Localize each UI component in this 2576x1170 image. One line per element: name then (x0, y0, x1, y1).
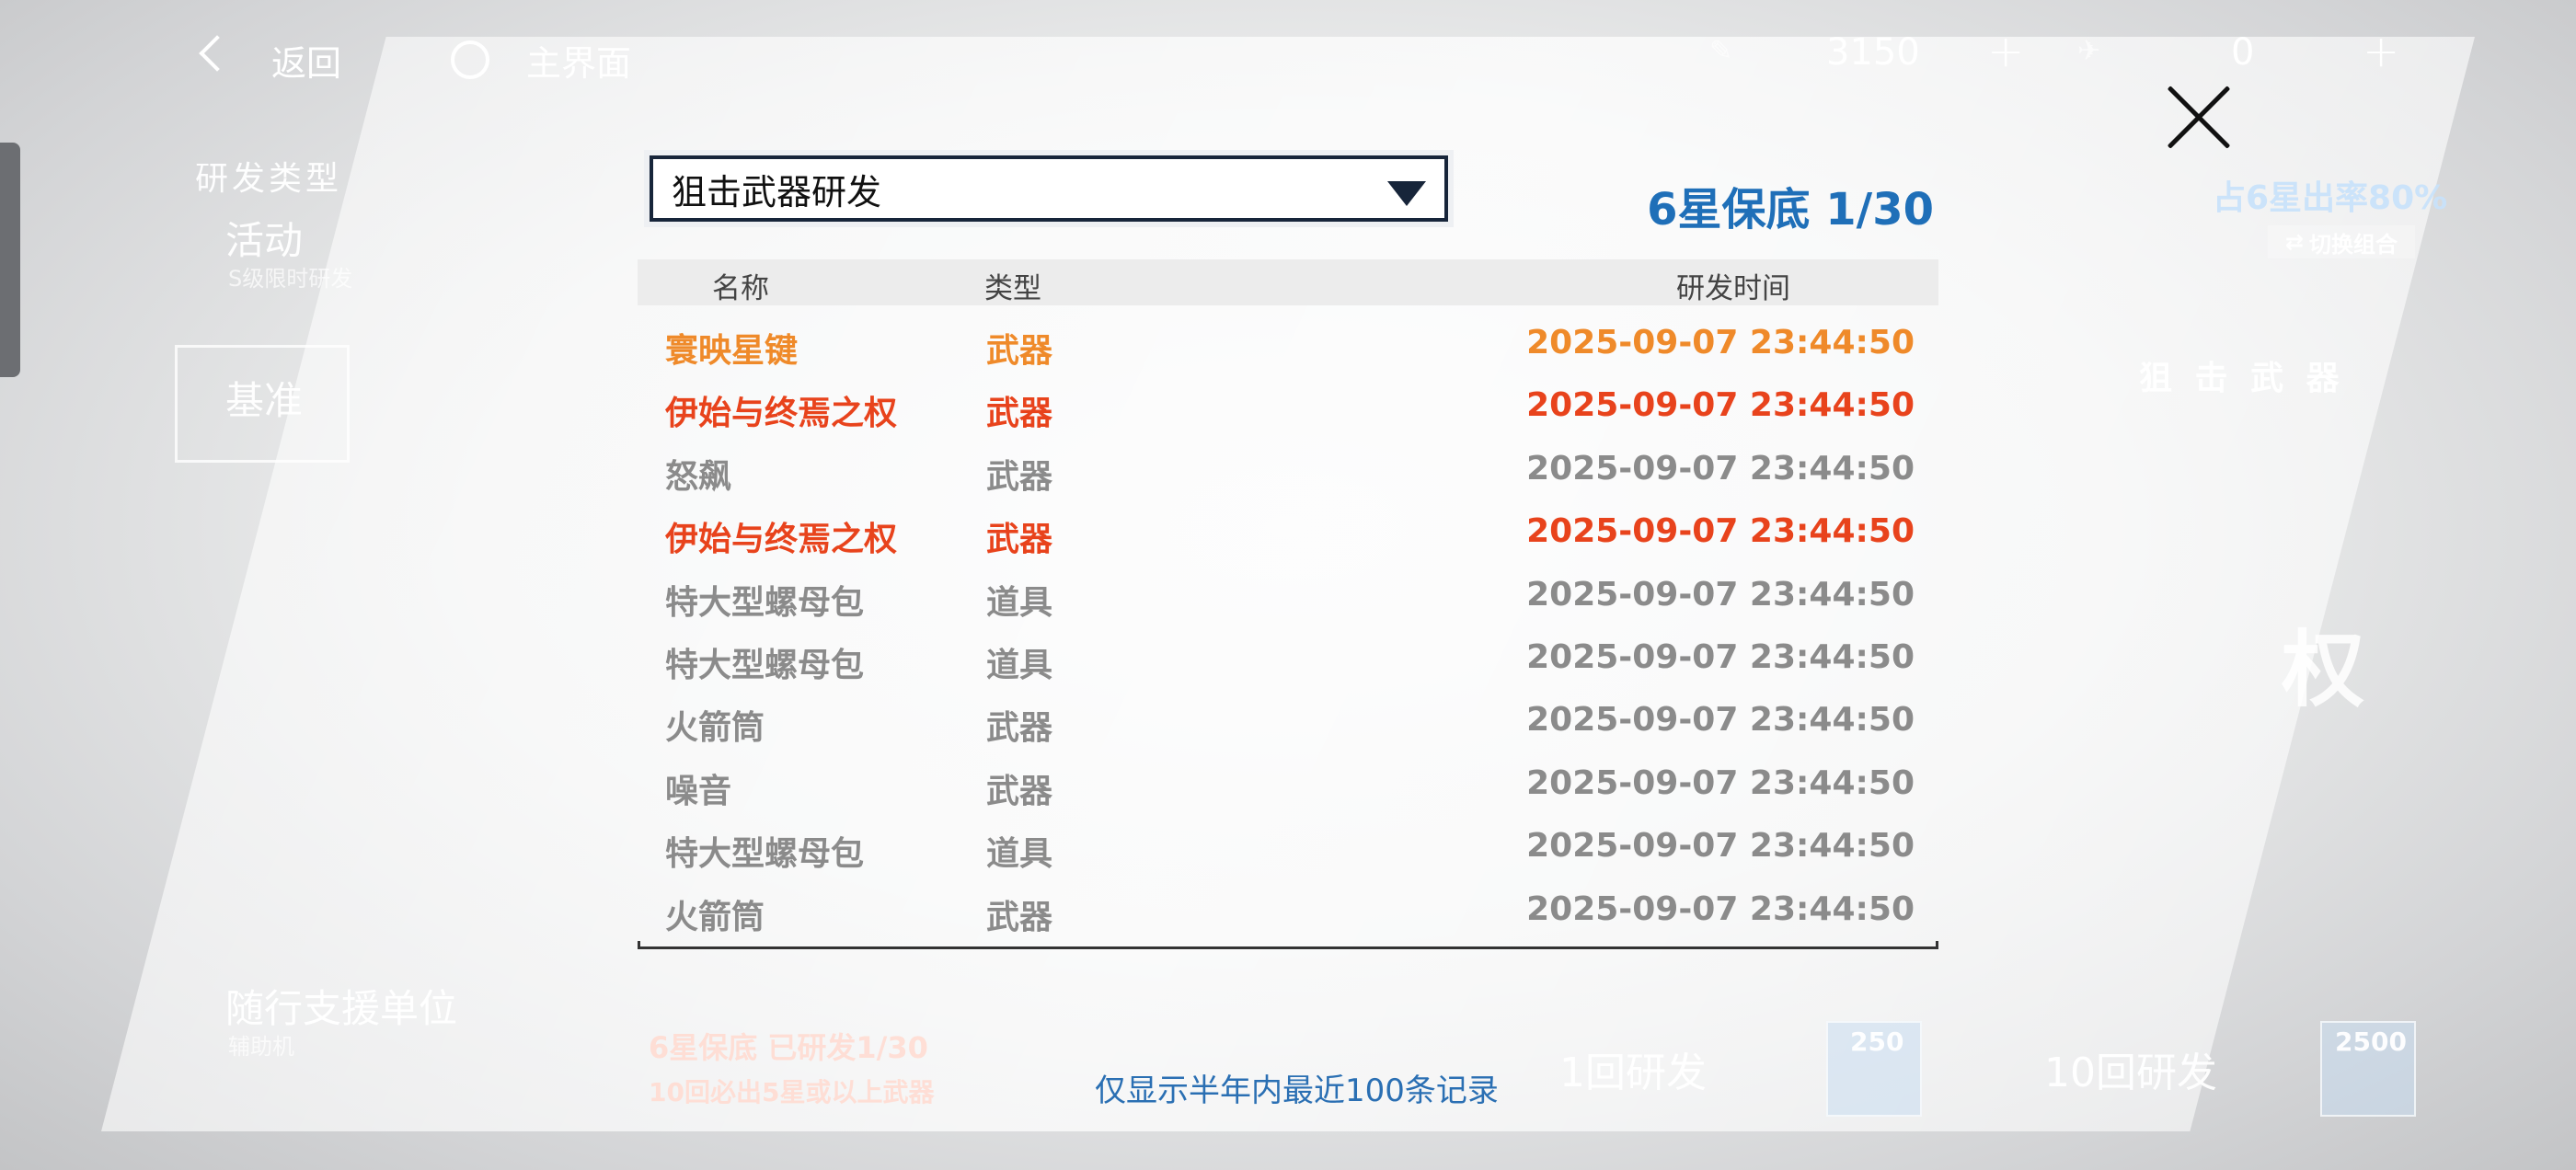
table-row: 火箭筒 武器 2025-09-07 23:44:50 (638, 879, 1938, 942)
home-button[interactable]: 主界面 (526, 35, 631, 86)
item-name: 特大型螺母包 (665, 646, 865, 684)
item-type: 武器 (986, 772, 1053, 810)
swap-icon: ⇄ (2284, 229, 2305, 255)
item-time: 2025-09-07 23:44:50 (1526, 449, 1915, 488)
side-drawer-handle[interactable] (0, 143, 20, 377)
item-name: 火箭筒 (665, 898, 765, 936)
item-time: 2025-09-07 23:44:50 (1526, 512, 1915, 551)
item-name: 特大型螺母包 (665, 835, 865, 874)
table-row: 特大型螺母包 道具 2025-09-07 23:44:50 (638, 816, 1938, 878)
pool-select-value: 狙击武器研发 (672, 171, 882, 212)
item-name: 火箭筒 (665, 709, 765, 748)
guarantee-progress: 6星保底 已研发1/30 (649, 1030, 928, 1065)
item-name: 伊始与终焉之权 (665, 521, 898, 559)
table-row: 伊始与终焉之权 武器 2025-09-07 23:44:50 (638, 375, 1938, 438)
item-name: 怒飙 (665, 457, 732, 496)
item-type: 武器 (986, 521, 1053, 559)
table-row: 寰映星键 武器 2025-09-07 23:44:50 (638, 313, 1938, 375)
table-row: 怒飙 武器 2025-09-07 23:44:50 (638, 439, 1938, 501)
column-header-type: 类型 (984, 272, 1041, 305)
pool-select[interactable]: 狙击武器研发 (650, 155, 1448, 222)
rate-text: 占6星出率80% (2213, 179, 2448, 217)
item-type: 道具 (986, 835, 1053, 874)
history-footnote: 仅显示半年内最近100条记录 (1095, 1072, 1499, 1109)
pity-counter: 6星保底 1/30 (1647, 184, 1934, 235)
switch-combo-label: 切换组合 (2309, 231, 2398, 258)
item-name: 寰映星键 (665, 332, 799, 370)
switch-combo-button[interactable]: ⇄ 切换组合 (2268, 225, 2415, 258)
dropdown-arrow-icon (1387, 181, 1426, 206)
item-time: 2025-09-07 23:44:50 (1526, 763, 1915, 802)
column-header-name: 名称 (712, 272, 769, 305)
item-type: 道具 (986, 583, 1053, 622)
table-row: 火箭筒 武器 2025-09-07 23:44:50 (638, 690, 1938, 752)
companion-tab[interactable]: 随行支援单位 (225, 978, 457, 1034)
weapon-type-label: 狙 击 武 器 (2139, 360, 2345, 397)
table-divider (638, 941, 1938, 949)
draw-10x-cost: 2500 (2335, 1027, 2407, 1057)
draw-1x-button[interactable]: 1回研发 (1559, 1039, 1707, 1098)
item-time: 2025-09-07 23:44:50 (1526, 575, 1915, 614)
item-time: 2025-09-07 23:44:50 (1526, 889, 1915, 928)
column-header-time: 研发时间 (1676, 272, 1790, 305)
draw-1x-cost-box: 250 (1826, 1021, 1922, 1117)
item-type: 道具 (986, 646, 1053, 684)
item-time: 2025-09-07 23:44:50 (1526, 827, 1915, 866)
item-time: 2025-09-07 23:44:50 (1526, 324, 1915, 361)
ticket-icon: ✈ (2077, 35, 2101, 67)
draw-10x-button[interactable]: 10回研发 (2044, 1039, 2217, 1098)
item-time: 2025-09-07 23:44:50 (1526, 701, 1915, 740)
add-currency1-button[interactable]: + (1987, 26, 2024, 77)
close-icon[interactable] (2162, 81, 2236, 155)
item-time: 2025-09-07 23:44:50 (1526, 386, 1915, 425)
back-button[interactable]: 返回 (271, 35, 341, 86)
item-type: 武器 (986, 395, 1053, 433)
item-type: 武器 (986, 332, 1053, 370)
history-table-body: 寰映星键 武器 2025-09-07 23:44:50 伊始与终焉之权 武器 2025-0… (638, 313, 1938, 942)
companion-subtitle: 辅助机 (228, 1034, 294, 1060)
history-table-header: 名称 类型 研发时间 (638, 259, 1938, 305)
currency2-value: 0 (2231, 31, 2255, 74)
activity-subtitle: S级限时研发 (228, 266, 353, 292)
table-row: 噪音 武器 2025-09-07 23:44:50 (638, 753, 1938, 816)
category-title: 研发类型 (195, 160, 343, 198)
home-icon[interactable] (451, 40, 489, 79)
guarantee-rule: 10回必出5星或以上武器 (649, 1077, 935, 1107)
base-tab[interactable]: 基准 (175, 345, 350, 463)
item-name: 特大型螺母包 (665, 583, 865, 622)
add-currency2-button[interactable]: + (2363, 26, 2399, 77)
draw-10x-cost-box: 2500 (2320, 1021, 2416, 1117)
item-type: 武器 (986, 898, 1053, 936)
table-row: 特大型螺母包 道具 2025-09-07 23:44:50 (638, 627, 1938, 690)
table-row: 特大型螺母包 道具 2025-09-07 23:44:50 (638, 565, 1938, 627)
currency1-value: 3150 (1826, 31, 1920, 74)
item-type: 武器 (986, 457, 1053, 496)
item-name: 伊始与终焉之权 (665, 395, 898, 433)
weapon-name-fragment: 权 (2282, 622, 2364, 718)
item-type: 武器 (986, 709, 1053, 748)
activity-tab[interactable]: 活动 (225, 210, 303, 266)
item-time: 2025-09-07 23:44:50 (1526, 637, 1915, 676)
draw-1x-cost: 250 (1850, 1027, 1904, 1057)
material-icon: ✎ (1709, 35, 1733, 67)
base-tab-label: 基准 (225, 378, 304, 423)
pool-select-wrapper: 狙击武器研发 (644, 150, 1454, 227)
item-name: 噪音 (665, 772, 732, 810)
table-row: 伊始与终焉之权 武器 2025-09-07 23:44:50 (638, 501, 1938, 564)
